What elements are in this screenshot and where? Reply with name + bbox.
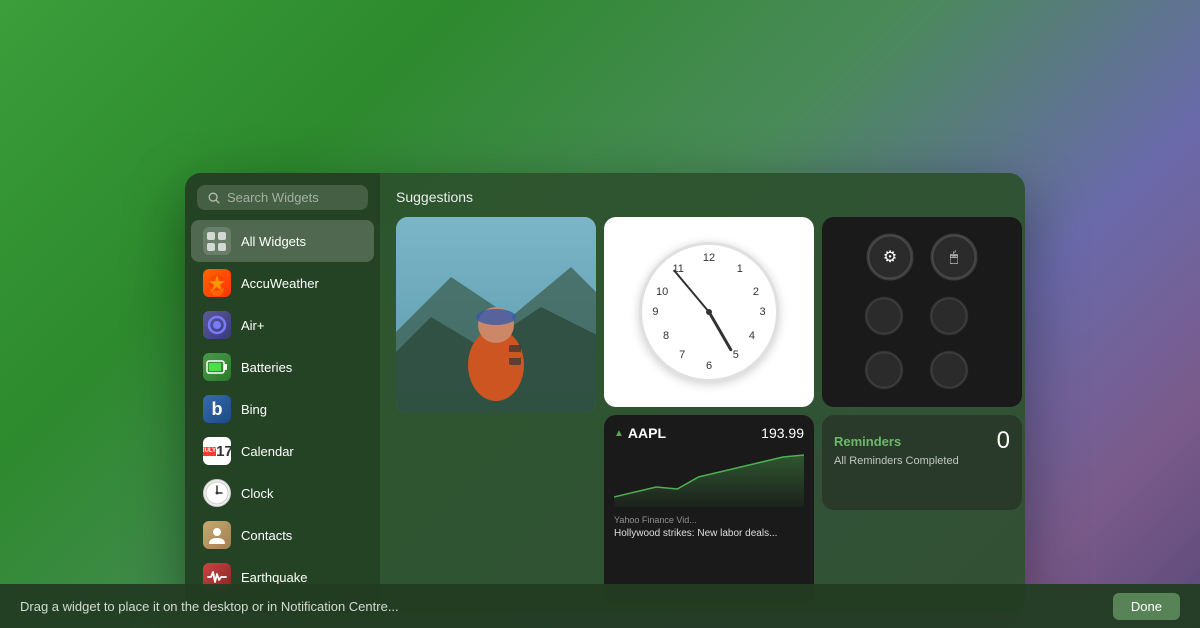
stock-ticker: ▲ AAPL bbox=[614, 425, 666, 441]
stock-up-icon: ▲ bbox=[614, 428, 624, 439]
sidebar-item-label-clock: Clock bbox=[241, 486, 274, 501]
stock-chart bbox=[614, 447, 804, 507]
clock-num-12: 12 bbox=[703, 252, 715, 264]
minute-hand bbox=[673, 269, 710, 312]
all-widgets-icon bbox=[203, 227, 231, 255]
clock-num-6: 6 bbox=[706, 360, 712, 372]
sidebar-item-batteries[interactable]: Batteries bbox=[191, 346, 374, 388]
photo-mountain-svg bbox=[396, 217, 596, 413]
ring3-svg bbox=[862, 294, 906, 338]
accuweather-icon-svg bbox=[203, 269, 231, 297]
sidebar-item-label-all: All Widgets bbox=[241, 234, 306, 249]
search-box[interactable]: Search Widgets bbox=[197, 185, 368, 210]
ring6-svg bbox=[927, 348, 971, 392]
batteries-icon-svg bbox=[206, 359, 228, 375]
main-content: Suggestions 12 3 6 9 1 2 4 5 7 bbox=[380, 173, 1025, 613]
clock-app-icon bbox=[203, 479, 231, 507]
reminders-widget[interactable]: Reminders 0 All Reminders Completed bbox=[822, 415, 1022, 510]
contacts-icon bbox=[203, 521, 231, 549]
search-icon bbox=[207, 191, 221, 205]
sidebar-item-accuweather[interactable]: AccuWeather bbox=[191, 262, 374, 304]
clock-num-5: 5 bbox=[733, 349, 739, 361]
airplus-icon-svg bbox=[207, 315, 227, 335]
watch-ring-3 bbox=[862, 294, 906, 338]
sidebar-item-airplus[interactable]: Air+ bbox=[191, 304, 374, 346]
clock-face: 12 3 6 9 1 2 4 5 7 8 10 11 bbox=[639, 242, 779, 382]
photo-bg bbox=[396, 217, 596, 413]
clock-num-2: 2 bbox=[753, 286, 759, 298]
bottom-bar: Drag a widget to place it on the desktop… bbox=[0, 584, 1200, 628]
batteries-icon bbox=[203, 353, 231, 381]
bottom-hint: Drag a widget to place it on the desktop… bbox=[20, 599, 399, 614]
sidebar: Search Widgets All Widgets bbox=[185, 173, 380, 613]
calendar-icon: JULY 17 bbox=[203, 437, 231, 465]
sidebar-item-label-calendar: Calendar bbox=[241, 444, 294, 459]
clock-num-1: 1 bbox=[737, 263, 743, 275]
bing-icon: b bbox=[203, 395, 231, 423]
sidebar-item-contacts[interactable]: Contacts bbox=[191, 514, 374, 556]
stock-chart-svg bbox=[614, 447, 804, 507]
sidebar-item-calendar[interactable]: JULY 17 Calendar bbox=[191, 430, 374, 472]
sidebar-item-label-earthquake: Earthquake bbox=[241, 570, 308, 585]
done-button[interactable]: Done bbox=[1113, 593, 1180, 620]
stock-price: 193.99 bbox=[761, 425, 804, 441]
sidebar-item-label-contacts: Contacts bbox=[241, 528, 292, 543]
sidebar-item-label-accuweather: AccuWeather bbox=[241, 276, 319, 291]
apple-watch-widget[interactable]: ⚙ 🖱 bbox=[822, 217, 1022, 407]
mouse-ring: 🖱 bbox=[929, 232, 979, 282]
photo-widget[interactable] bbox=[396, 217, 596, 413]
accuweather-icon bbox=[203, 269, 231, 297]
sidebar-item-label-batteries: Batteries bbox=[241, 360, 292, 375]
news-source: Yahoo Finance Vid... bbox=[614, 515, 804, 525]
clock-num-3: 3 bbox=[760, 306, 766, 318]
search-placeholder: Search Widgets bbox=[227, 190, 319, 205]
suggestions-grid: 12 3 6 9 1 2 4 5 7 8 10 11 bbox=[396, 217, 1009, 605]
reminders-title: Reminders bbox=[834, 434, 901, 449]
watch-rings-row2 bbox=[862, 294, 982, 392]
watch-rings-row1: ⚙ 🖱 bbox=[865, 232, 979, 282]
suggestions-header: Suggestions bbox=[396, 189, 1009, 205]
clock-num-7: 7 bbox=[679, 349, 685, 361]
reminders-count: 0 bbox=[997, 427, 1010, 455]
hour-hand bbox=[708, 311, 733, 351]
bluetooth-symbol: ⚙ bbox=[883, 247, 897, 267]
clock-num-4: 4 bbox=[749, 330, 755, 342]
watch-ring-4 bbox=[927, 294, 971, 338]
ring4-svg bbox=[927, 294, 971, 338]
stocks-widget[interactable]: ▲ AAPL 193.99 bbox=[604, 415, 814, 605]
reminders-subtitle: All Reminders Completed bbox=[834, 455, 1010, 467]
sidebar-item-label-bing: Bing bbox=[241, 402, 267, 417]
suggestions-title: Suggestions bbox=[396, 189, 473, 205]
contacts-icon-svg bbox=[206, 524, 228, 546]
stock-symbol: AAPL bbox=[628, 425, 666, 441]
watch-ring-5 bbox=[862, 348, 906, 392]
ring5-svg bbox=[862, 348, 906, 392]
sidebar-item-bing[interactable]: b Bing bbox=[191, 388, 374, 430]
clock-center bbox=[706, 309, 712, 315]
clock-num-8: 8 bbox=[663, 330, 669, 342]
suggestions-section: Suggestions 12 3 6 9 1 2 4 5 7 bbox=[396, 189, 1009, 605]
sidebar-items-list: All Widgets AccuWeather bbox=[185, 220, 380, 601]
clock-num-9: 9 bbox=[652, 306, 658, 318]
sidebar-item-clock[interactable]: Clock bbox=[191, 472, 374, 514]
airplus-icon bbox=[203, 311, 231, 339]
watch-ring-6 bbox=[927, 348, 971, 392]
stocks-header: ▲ AAPL 193.99 bbox=[614, 425, 804, 441]
sidebar-item-label-airplus: Air+ bbox=[241, 318, 264, 333]
mouse-symbol: 🖱 bbox=[950, 249, 958, 266]
news-headline: Hollywood strikes: New labor deals... bbox=[614, 527, 804, 540]
sidebar-item-all-widgets[interactable]: All Widgets bbox=[191, 220, 374, 262]
bluetooth-ring: ⚙ bbox=[865, 232, 915, 282]
clock-num-10: 10 bbox=[656, 286, 668, 298]
news-container: Yahoo Finance Vid... Hollywood strikes: … bbox=[614, 515, 804, 540]
reminders-header: Reminders 0 bbox=[834, 427, 1010, 455]
clock-icon-svg bbox=[204, 480, 230, 506]
widget-panel: Search Widgets All Widgets bbox=[185, 173, 1025, 613]
search-container: Search Widgets bbox=[185, 185, 380, 220]
clock-widget[interactable]: 12 3 6 9 1 2 4 5 7 8 10 11 bbox=[604, 217, 814, 407]
